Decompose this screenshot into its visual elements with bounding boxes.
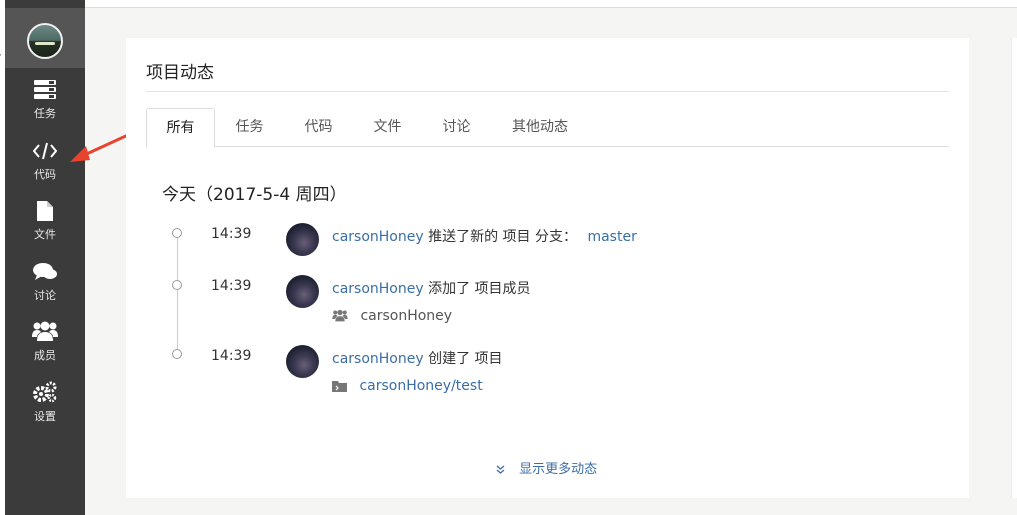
sidebar: 任务 代码 文件 讨论 成员 设置	[5, 0, 85, 515]
event-detail: carsonHoney	[332, 308, 452, 324]
event-action: 创建了 项目	[423, 351, 503, 367]
show-more-label: 显示更多动态	[519, 462, 598, 477]
sidebar-item-label: 代码	[34, 168, 56, 181]
tab-discussion[interactable]: 讨论	[422, 108, 491, 147]
activity-tabs: 所有 任务 代码 文件 讨论 其他动态	[146, 108, 949, 148]
avatar[interactable]	[286, 223, 319, 256]
date-heading: 今天（2017-5-4 周四）	[162, 185, 347, 205]
top-bar	[85, 0, 1017, 8]
project-avatar[interactable]	[27, 23, 63, 59]
timeline-dot	[172, 280, 182, 290]
sidebar-item-files[interactable]: 文件	[5, 201, 85, 251]
tab-files[interactable]: 文件	[353, 108, 422, 147]
tab-all[interactable]: 所有	[146, 108, 215, 148]
file-icon	[5, 201, 85, 221]
divider	[146, 91, 949, 92]
user-link[interactable]: carsonHoney	[332, 281, 424, 297]
activity-card: 项目动态 所有 任务 代码 文件 讨论 其他动态 今天（2017-5-4 周四）…	[126, 38, 969, 498]
sidebar-item-label: 设置	[34, 410, 56, 423]
sidebar-item-settings[interactable]: 设置	[5, 381, 85, 431]
project-avatar-area	[5, 8, 85, 68]
event-detail: carsonHoney/test	[332, 378, 483, 394]
right-panel	[1011, 38, 1017, 498]
timeline-dot	[172, 349, 182, 359]
event-action: 添加了 项目成员	[423, 281, 531, 297]
tab-other[interactable]: 其他动态	[491, 108, 589, 147]
avatar[interactable]	[286, 275, 319, 308]
event-text: carsonHoney 创建了 项目	[332, 348, 503, 368]
tasks-icon	[5, 80, 85, 100]
sidebar-item-label: 讨论	[34, 289, 56, 302]
project-icon	[332, 378, 359, 394]
sidebar-item-label: 文件	[34, 228, 56, 241]
tab-code[interactable]: 代码	[284, 108, 353, 147]
sidebar-item-members[interactable]: 成员	[5, 320, 85, 370]
sidebar-item-tasks[interactable]: 任务	[5, 80, 85, 130]
users-icon	[5, 320, 85, 342]
event-time: 14:39	[211, 226, 252, 242]
gears-icon	[5, 381, 85, 403]
branch-link[interactable]: master	[587, 229, 636, 245]
event-text: carsonHoney 添加了 项目成员	[332, 278, 531, 298]
page-title: 项目动态	[146, 63, 214, 83]
annotation-arrow-icon	[70, 133, 129, 162]
avatar[interactable]	[286, 345, 319, 378]
tab-tasks[interactable]: 任务	[215, 108, 284, 147]
timeline-line	[177, 238, 178, 354]
chevron-down-icon	[496, 462, 519, 477]
event-action: 推送了新的 项目 分支：	[423, 229, 577, 245]
event-time: 14:39	[211, 348, 252, 364]
show-more-button[interactable]: 显示更多动态	[496, 458, 597, 477]
project-link[interactable]: carsonHoney/test	[359, 378, 482, 394]
sidebar-item-label: 任务	[34, 107, 56, 120]
event-text: carsonHoney 推送了新的 项目 分支： master	[332, 226, 637, 246]
user-link[interactable]: carsonHoney	[332, 229, 424, 245]
member-name: carsonHoney	[360, 308, 453, 324]
users-icon	[332, 308, 360, 324]
event-time: 14:39	[211, 278, 252, 294]
stray-char: r	[0, 52, 1, 63]
sidebar-item-discussion[interactable]: 讨论	[5, 262, 85, 312]
timeline-dot	[172, 228, 182, 238]
user-link[interactable]: carsonHoney	[332, 351, 424, 367]
sidebar-item-label: 成员	[34, 349, 56, 362]
comments-icon	[5, 262, 85, 282]
